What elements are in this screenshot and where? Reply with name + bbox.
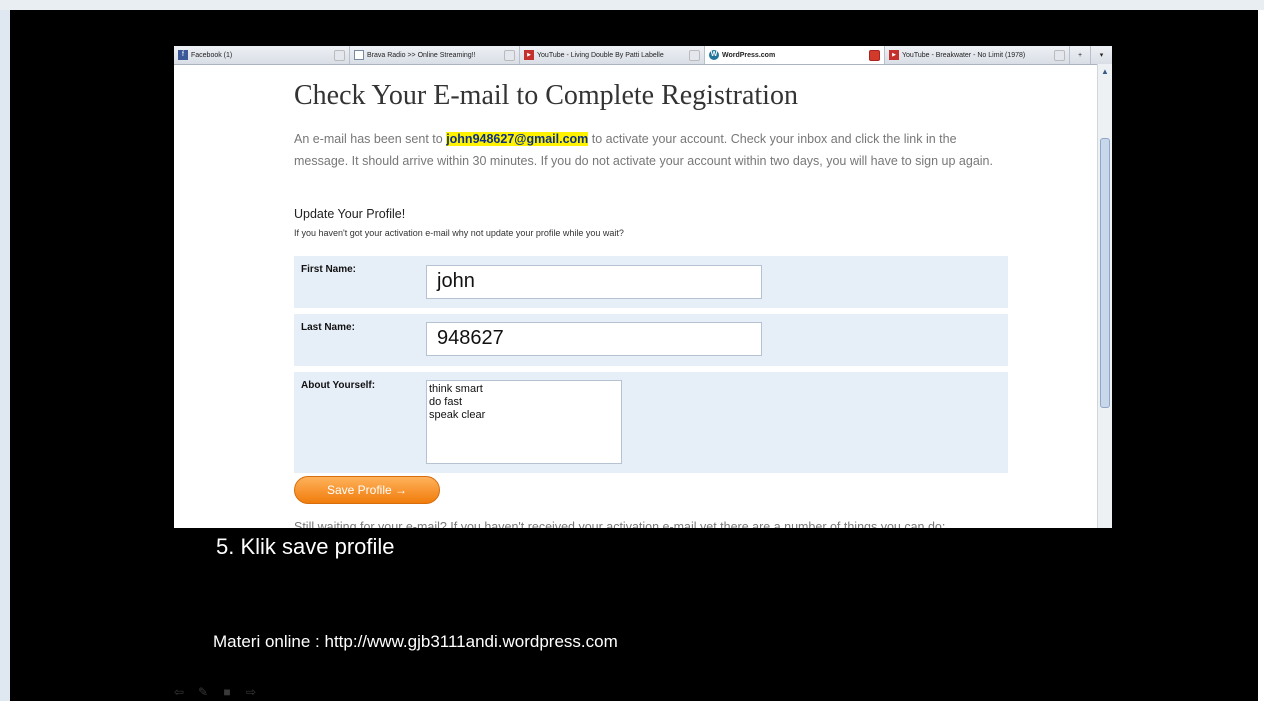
tab-youtube-patti[interactable]: ▶ YouTube - Living Double By Patti Label…: [520, 46, 705, 64]
tab-label: YouTube - Breakwater - No Limit (1978): [902, 51, 1026, 59]
facebook-icon: f: [178, 50, 188, 60]
tab-brava-radio[interactable]: Brava Radio >> Online Streaming!!: [350, 46, 520, 64]
update-profile-heading: Update Your Profile!: [294, 207, 406, 221]
last-name-label: Last Name:: [301, 322, 355, 333]
message-text: An e-mail has been sent to: [294, 132, 447, 146]
youtube-icon: ▶: [889, 50, 899, 60]
tab-close-icon[interactable]: [869, 49, 880, 61]
about-yourself-row: About Yourself: think smart do fast spea…: [294, 372, 1008, 473]
tab-facebook[interactable]: f Facebook (1): [174, 46, 350, 64]
waiting-text: Still waiting for your e-mail? If you ha…: [294, 520, 946, 528]
first-name-input[interactable]: john: [426, 265, 762, 299]
tab-label: WordPress.com: [722, 51, 776, 59]
first-name-row: First Name: john: [294, 256, 1008, 308]
presentation-slide: f Facebook (1) Brava Radio >> Online Str…: [10, 10, 1258, 701]
youtube-icon: ▶: [524, 50, 534, 60]
about-yourself-textarea[interactable]: think smart do fast speak clear: [426, 380, 622, 464]
tab-close-icon[interactable]: [504, 49, 515, 61]
chevron-down-icon: ▾: [1099, 52, 1104, 59]
scroll-thumb[interactable]: [1100, 138, 1110, 408]
new-tab-button[interactable]: +: [1070, 46, 1091, 64]
email-address: john948627@gmail.com: [446, 132, 589, 146]
last-name-row: Last Name: 948627: [294, 314, 1008, 366]
materi-link-text: Materi online : http://www.gjb3111andi.w…: [213, 632, 618, 651]
arrow-left-icon[interactable]: ⇦: [172, 686, 186, 698]
tab-list-button[interactable]: ▾: [1091, 46, 1112, 64]
page-title: Check Your E-mail to Complete Registrati…: [294, 80, 798, 111]
arrow-right-icon[interactable]: ⇨: [244, 686, 258, 698]
tab-close-icon[interactable]: [689, 49, 700, 61]
background-band: [0, 0, 1264, 10]
tab-youtube-breakwater[interactable]: ▶ YouTube - Breakwater - No Limit (1978): [885, 46, 1070, 64]
wordpress-icon: W: [709, 50, 719, 60]
tab-close-icon[interactable]: [334, 49, 345, 61]
scroll-up-icon[interactable]: ▲: [1101, 67, 1109, 76]
save-profile-button[interactable]: Save Profile →: [294, 476, 440, 504]
about-yourself-label: About Yourself:: [301, 380, 376, 391]
slide-caption: 5. Klik save profile: [216, 534, 395, 559]
tab-label: Brava Radio >> Online Streaming!!: [367, 51, 476, 59]
page-icon: [354, 50, 364, 60]
browser-screenshot: f Facebook (1) Brava Radio >> Online Str…: [174, 46, 1112, 528]
tab-label: Facebook (1): [191, 51, 233, 59]
tab-label: YouTube - Living Double By Patti Labelle: [537, 51, 664, 59]
pen-icon[interactable]: ✎: [196, 686, 210, 698]
menu-icon[interactable]: ■: [220, 686, 234, 698]
browser-tab-bar: f Facebook (1) Brava Radio >> Online Str…: [174, 46, 1112, 65]
slide-controls: ⇦ ✎ ■ ⇨: [172, 686, 258, 698]
activation-message: An e-mail has been sent to john948627@gm…: [294, 128, 1004, 172]
first-name-label: First Name:: [301, 264, 357, 275]
vertical-scrollbar[interactable]: ▲: [1097, 64, 1112, 528]
last-name-input[interactable]: 948627: [426, 322, 762, 356]
plus-icon: +: [1077, 51, 1083, 59]
update-profile-subtitle: If you haven't got your activation e-mai…: [294, 228, 624, 238]
tab-wordpress[interactable]: W WordPress.com: [705, 46, 885, 64]
tab-close-icon[interactable]: [1054, 49, 1065, 61]
background-edge: [0, 10, 10, 701]
